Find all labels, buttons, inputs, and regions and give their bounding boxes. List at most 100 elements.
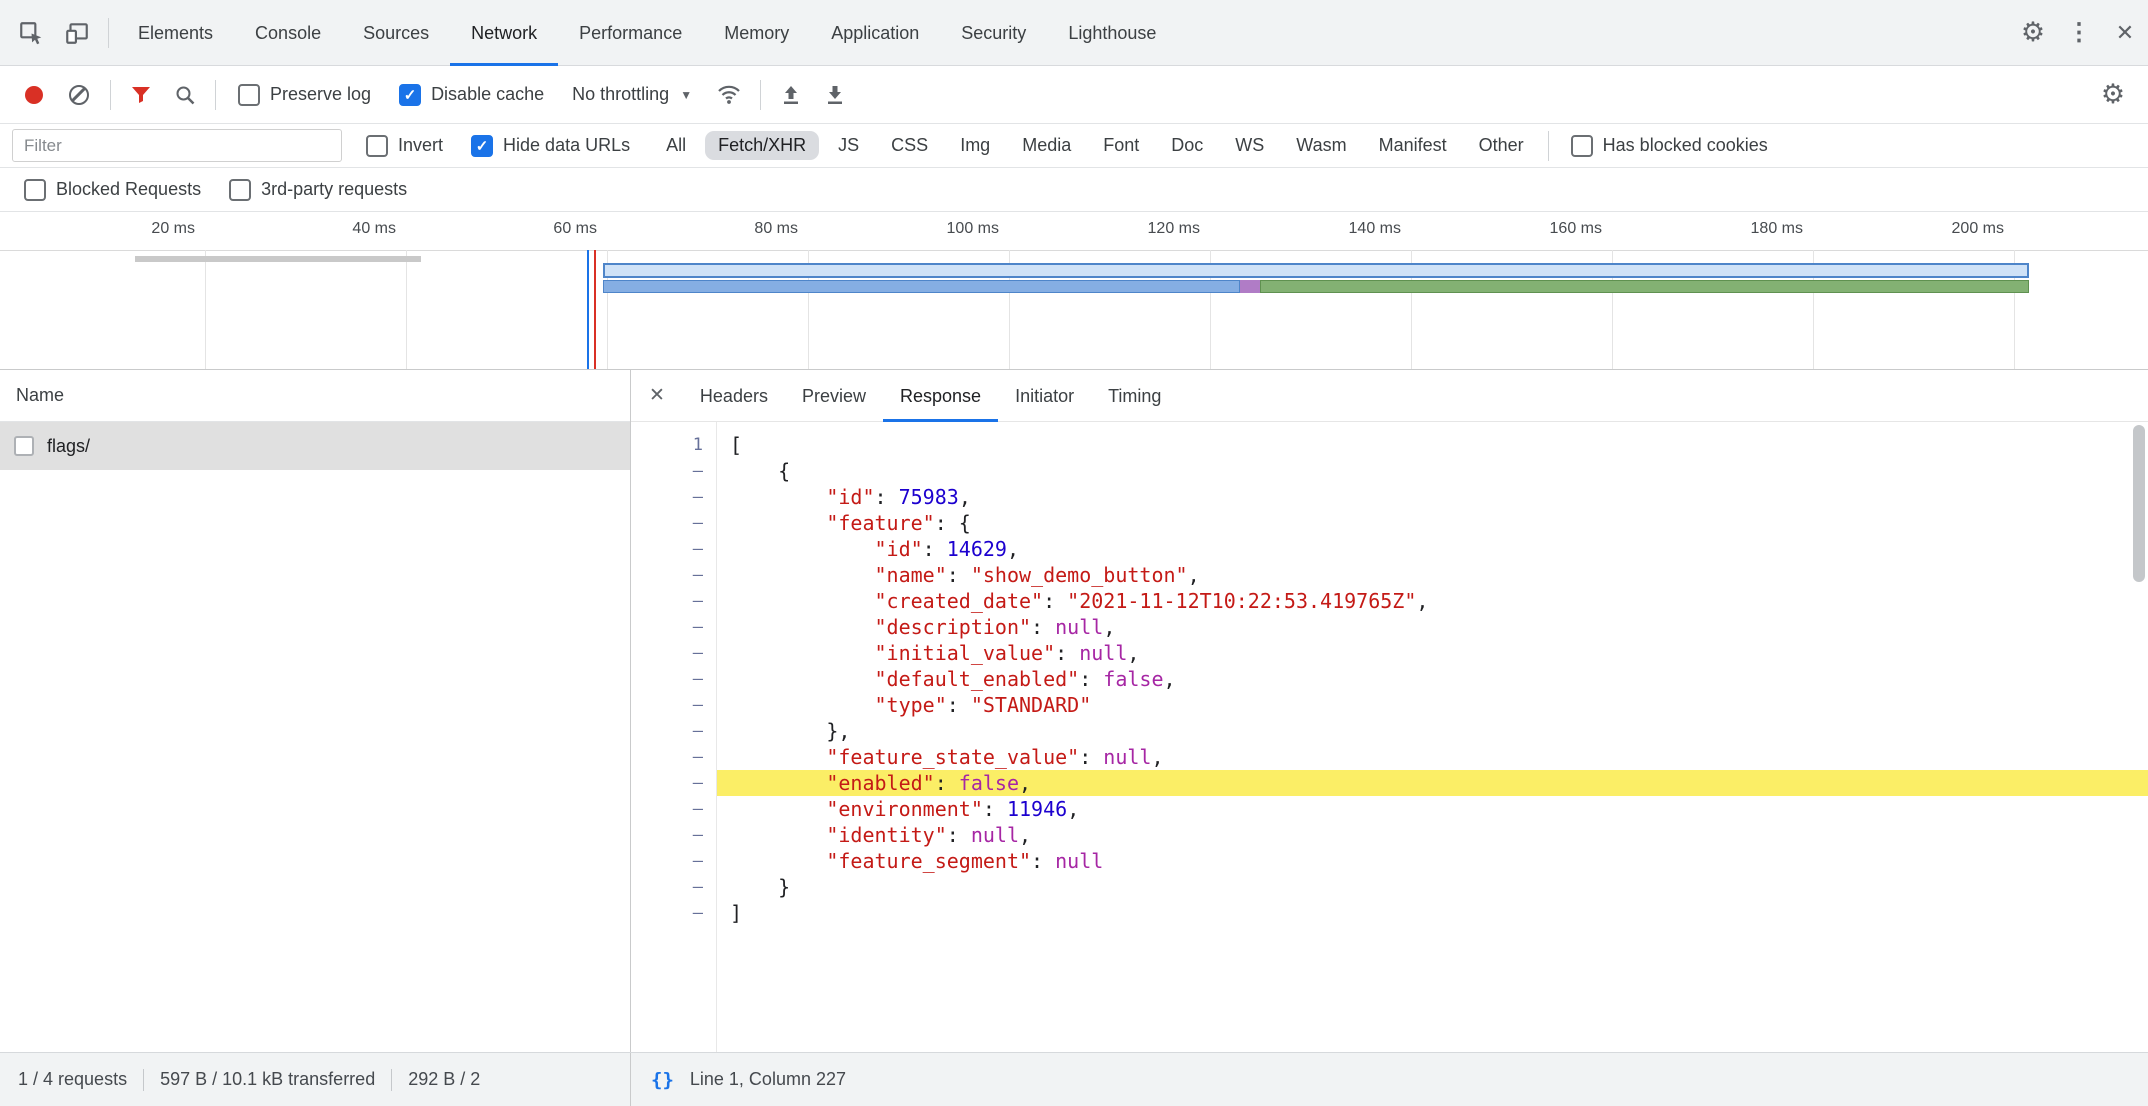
checkbox-box[interactable]	[366, 135, 388, 157]
network-conditions-button[interactable]	[717, 84, 741, 105]
checkbox-box[interactable]	[1571, 135, 1593, 157]
throttling-value: No throttling	[572, 84, 669, 105]
request-name: flags/	[47, 436, 90, 457]
status-bar: 1 / 4 requests 597 B / 10.1 kB transferr…	[0, 1052, 2148, 1106]
tab-lighthouse[interactable]: Lighthouse	[1047, 0, 1177, 66]
throttling-select[interactable]: No throttling ▼	[572, 84, 692, 105]
tick-label: 120 ms	[1100, 220, 1200, 238]
filter-toggle-button[interactable]	[130, 85, 152, 105]
network-main: Name flags/ ✕ HeadersPreviewResponseInit…	[0, 370, 2148, 1052]
line-number: –	[631, 900, 716, 926]
invert-checkbox[interactable]: Invert	[366, 135, 443, 157]
close-devtools-button[interactable]: ✕	[2102, 10, 2148, 56]
tab-memory[interactable]: Memory	[703, 0, 810, 66]
filter-type-doc[interactable]: Doc	[1158, 131, 1216, 160]
third-party-requests-checkbox[interactable]: 3rd-party requests	[229, 179, 407, 201]
tab-elements[interactable]: Elements	[117, 0, 234, 66]
inspect-element-button[interactable]	[8, 10, 54, 56]
code-line: – },	[631, 718, 2148, 744]
record-button[interactable]	[25, 86, 43, 104]
detail-tab-timing[interactable]: Timing	[1091, 370, 1178, 422]
network-settings-button[interactable]: ⚙	[2090, 72, 2136, 118]
filter-type-wasm[interactable]: Wasm	[1283, 131, 1359, 160]
filter-type-pills: AllFetch/XHRJSCSSImgMediaFontDocWSWasmMa…	[650, 131, 1540, 160]
checkbox-box[interactable]	[238, 84, 260, 106]
tab-network[interactable]: Network	[450, 0, 558, 66]
blocked-filter-bar: Blocked Requests 3rd-party requests	[0, 168, 2148, 212]
checkbox-box[interactable]: ✓	[471, 135, 493, 157]
has-blocked-cookies-checkbox[interactable]: Has blocked cookies	[1571, 135, 1768, 157]
tab-application[interactable]: Application	[810, 0, 940, 66]
hide-data-urls-checkbox[interactable]: ✓Hide data URLs	[471, 135, 630, 157]
tick-label: 160 ms	[1502, 220, 1602, 238]
request-row[interactable]: flags/	[0, 422, 630, 470]
tab-performance[interactable]: Performance	[558, 0, 703, 66]
divider	[1548, 131, 1549, 161]
overview-bar-blue	[603, 280, 1240, 293]
filter-type-font[interactable]: Font	[1090, 131, 1152, 160]
filter-bar: Invert ✓Hide data URLs AllFetch/XHRJSCSS…	[0, 124, 2148, 168]
code-line: – "initial_value": null,	[631, 640, 2148, 666]
name-column-header[interactable]: Name	[0, 370, 630, 422]
filter-type-fetch-xhr[interactable]: Fetch/XHR	[705, 131, 819, 160]
preserve-log-checkbox[interactable]: Preserve log	[238, 84, 371, 106]
request-list: flags/	[0, 422, 630, 470]
filter-type-css[interactable]: CSS	[878, 131, 941, 160]
code-text: }	[716, 874, 2148, 900]
more-options-button[interactable]: ⋮	[2056, 10, 2102, 56]
chevron-down-icon: ▼	[680, 88, 692, 102]
checkbox-box[interactable]	[229, 179, 251, 201]
detail-tab-initiator[interactable]: Initiator	[998, 370, 1091, 422]
code-text: "default_enabled": false,	[716, 666, 2148, 692]
clear-button[interactable]	[69, 85, 89, 105]
close-detail-button[interactable]: ✕	[631, 384, 683, 407]
code-text: "enabled": false,	[716, 770, 2148, 796]
code-line: – "created_date": "2021-11-12T10:22:53.4…	[631, 588, 2148, 614]
overview[interactable]: 20 ms40 ms60 ms80 ms100 ms120 ms140 ms16…	[0, 212, 2148, 370]
tab-security[interactable]: Security	[940, 0, 1047, 66]
settings-button[interactable]: ⚙	[2010, 10, 2056, 56]
checkbox-label: Invert	[398, 135, 443, 156]
filter-type-media[interactable]: Media	[1009, 131, 1084, 160]
import-har-button[interactable]	[780, 84, 802, 106]
line-number: –	[631, 588, 716, 614]
export-har-button[interactable]	[824, 84, 846, 106]
divider	[391, 1069, 392, 1091]
code-text: "created_date": "2021-11-12T10:22:53.419…	[716, 588, 2148, 614]
device-toolbar-button[interactable]	[54, 10, 100, 56]
divider	[215, 80, 216, 110]
response-code: 1[– {– "id": 75983,– "feature": {– "id":…	[631, 432, 2148, 926]
filter-type-img[interactable]: Img	[947, 131, 1003, 160]
network-summary: 1 / 4 requests 597 B / 10.1 kB transferr…	[0, 1053, 631, 1106]
line-number: –	[631, 640, 716, 666]
tab-sources[interactable]: Sources	[342, 0, 450, 66]
divider	[108, 18, 109, 48]
code-line: 1[	[631, 432, 2148, 458]
blocked-requests-checkbox[interactable]: Blocked Requests	[24, 179, 201, 201]
detail-tab-headers[interactable]: Headers	[683, 370, 785, 422]
response-view[interactable]: 1[– {– "id": 75983,– "feature": {– "id":…	[631, 422, 2148, 1052]
tick-label: 80 ms	[698, 220, 798, 238]
search-button[interactable]	[174, 84, 196, 106]
name-column-label: Name	[16, 385, 64, 406]
line-number: –	[631, 874, 716, 900]
disable-cache-checkbox[interactable]: ✓Disable cache	[399, 84, 544, 106]
transferred-size: 597 B / 10.1 kB transferred	[160, 1069, 375, 1090]
filter-type-all[interactable]: All	[653, 131, 699, 160]
checkbox-box[interactable]: ✓	[399, 84, 421, 106]
filter-type-manifest[interactable]: Manifest	[1366, 131, 1460, 160]
filter-type-js[interactable]: JS	[825, 131, 872, 160]
resources-size: 292 B / 2	[408, 1069, 480, 1090]
tab-console[interactable]: Console	[234, 0, 342, 66]
line-number: –	[631, 770, 716, 796]
pretty-print-icon[interactable]: {}	[651, 1069, 674, 1091]
detail-tab-preview[interactable]: Preview	[785, 370, 883, 422]
line-number: –	[631, 458, 716, 484]
vertical-scrollbar[interactable]	[2133, 425, 2145, 582]
code-line: – "identity": null,	[631, 822, 2148, 848]
filter-input[interactable]	[12, 129, 342, 162]
checkbox-box[interactable]	[24, 179, 46, 201]
detail-tab-response[interactable]: Response	[883, 370, 998, 422]
filter-type-other[interactable]: Other	[1466, 131, 1537, 160]
filter-type-ws[interactable]: WS	[1222, 131, 1277, 160]
